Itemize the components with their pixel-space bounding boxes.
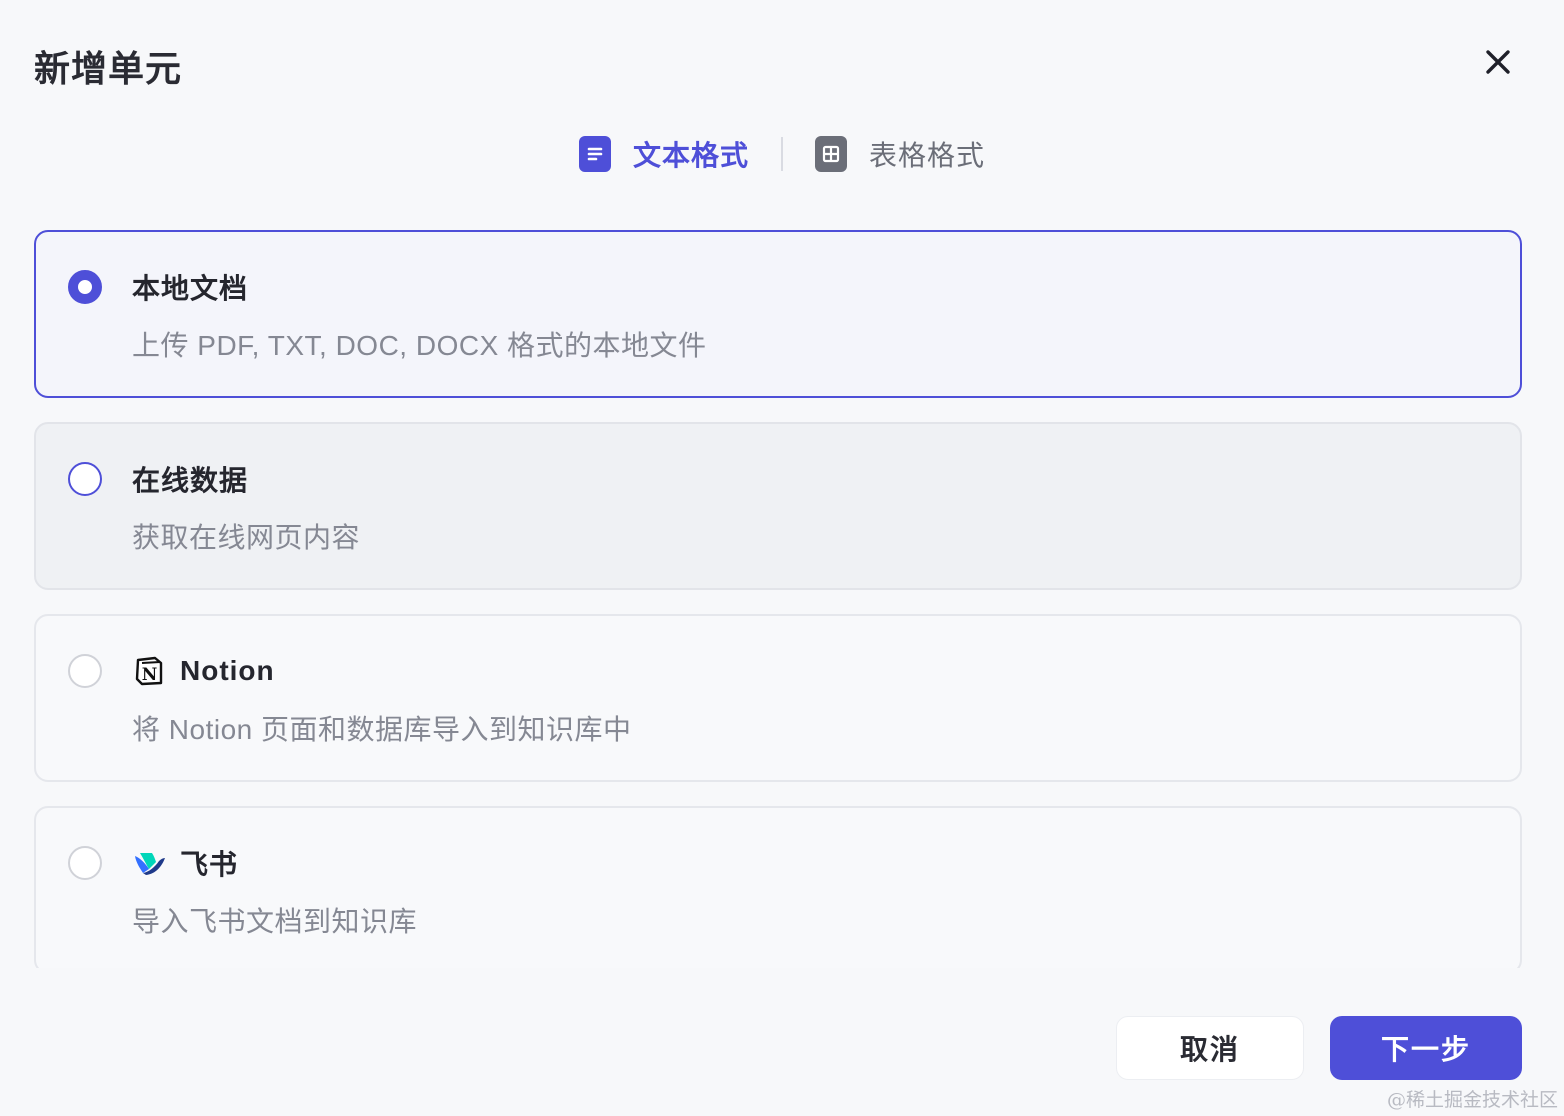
option-online-data-description: 获取在线网页内容	[132, 522, 361, 553]
svg-text:N: N	[142, 665, 158, 685]
feishu-logo-icon	[132, 846, 166, 880]
tab-text-format-label: 文本格式	[632, 140, 749, 171]
option-notion-title: Notion	[180, 655, 275, 686]
source-options-list: 本地文档 上传 PDF, TXT, DOC, DOCX 格式的本地文件 在线数据…	[34, 230, 1522, 968]
cancel-button[interactable]: 取消	[1116, 1016, 1304, 1080]
option-feishu-title: 飞书	[180, 849, 239, 880]
option-online-data-title: 在线数据	[132, 465, 249, 496]
tab-table-format-label: 表格格式	[869, 140, 986, 171]
option-notion-description: 将 Notion 页面和数据库导入到知识库中	[132, 714, 632, 745]
option-feishu-description: 导入飞书文档到知识库	[132, 906, 418, 937]
close-button[interactable]	[1478, 42, 1518, 82]
tab-table-format[interactable]: 表格格式	[815, 134, 985, 174]
tab-text-format[interactable]: 文本格式	[578, 134, 749, 174]
watermark: @稀土掘金技术社区	[1386, 1089, 1558, 1111]
radio-local-document[interactable]	[68, 270, 102, 304]
option-local-document-description: 上传 PDF, TXT, DOC, DOCX 格式的本地文件	[132, 330, 707, 361]
next-step-button[interactable]: 下一步	[1330, 1016, 1522, 1080]
radio-feishu[interactable]	[68, 846, 102, 880]
option-feishu[interactable]: 飞书 导入飞书文档到知识库	[34, 806, 1522, 968]
option-online-data[interactable]: 在线数据 获取在线网页内容	[34, 422, 1522, 590]
format-tabs: 文本格式 表格格式	[0, 134, 1564, 174]
tab-divider	[781, 137, 783, 171]
document-icon	[578, 136, 611, 172]
close-icon	[1486, 50, 1510, 74]
option-local-document[interactable]: 本地文档 上传 PDF, TXT, DOC, DOCX 格式的本地文件	[34, 230, 1522, 398]
radio-notion[interactable]	[68, 654, 102, 688]
option-notion[interactable]: N Notion 将 Notion 页面和数据库导入到知识库中	[34, 614, 1522, 782]
option-local-document-title: 本地文档	[132, 273, 249, 304]
dialog-title: 新增单元	[34, 48, 183, 89]
radio-online-data[interactable]	[68, 462, 102, 496]
table-icon	[815, 136, 847, 172]
notion-logo-icon: N	[132, 654, 166, 688]
